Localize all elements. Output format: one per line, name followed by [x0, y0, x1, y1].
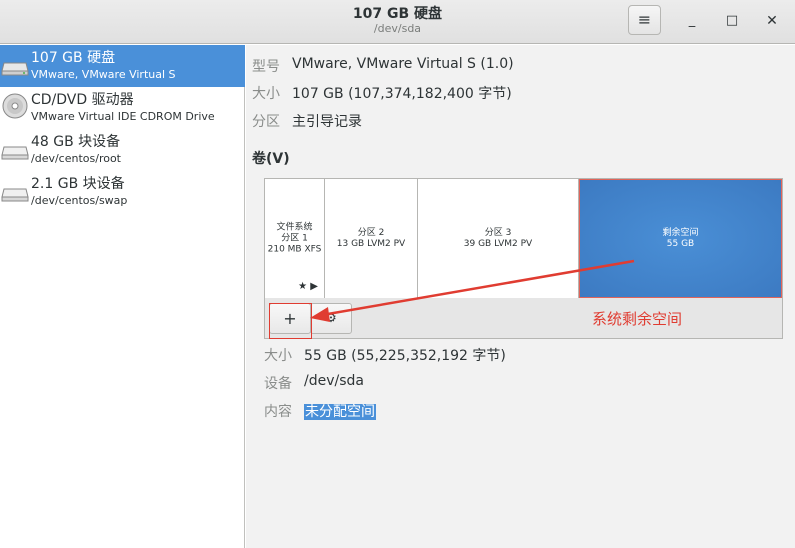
volume-size-value: 55 GB (55,225,352,192 字节): [304, 348, 506, 364]
size-label: 大小: [252, 86, 280, 102]
contents-value-text: 未分配空间: [304, 404, 376, 420]
sidebar-item-cdrom[interactable]: CD/DVD 驱动器 VMware Virtual IDE CDROM Driv…: [0, 87, 245, 129]
partition-2[interactable]: 分区 2 13 GB LVM2 PV: [325, 179, 418, 298]
close-icon: ✕: [766, 13, 778, 29]
contents-value: 未分配空间: [304, 401, 376, 421]
partition-label: 分区 3: [484, 227, 512, 238]
harddisk-icon: [1, 62, 29, 76]
partition-label: 分区 1: [281, 233, 308, 243]
annotation-label: 系统剩余空间: [592, 310, 683, 328]
minimize-icon: _: [688, 13, 696, 28]
partition-label: 分区 2: [357, 227, 385, 238]
sidebar-item-name: 2.1 GB 块设备: [31, 176, 125, 192]
partition-label: 39 GB LVM2 PV: [463, 238, 533, 249]
hamburger-menu-icon: ≡: [637, 10, 652, 29]
optical-drive-icon: [2, 93, 28, 119]
volumes-heading: 卷(V): [252, 151, 290, 167]
maximize-button[interactable]: □: [721, 10, 743, 32]
contents-label: 内容: [264, 404, 292, 420]
size-value: 107 GB (107,374,182,400 字节): [292, 86, 512, 102]
more-actions-button[interactable]: ⚙: [310, 303, 352, 334]
partition-3[interactable]: 分区 3 39 GB LVM2 PV: [418, 179, 579, 298]
close-button[interactable]: ✕: [761, 10, 783, 32]
model-value: VMware, VMware Virtual S (1.0): [292, 56, 514, 72]
sidebar-item-name: 48 GB 块设备: [31, 134, 121, 150]
partition-label: 13 GB LVM2 PV: [336, 238, 406, 249]
sidebar-item-name: 107 GB 硬盘: [31, 50, 116, 66]
block-device-icon: [1, 188, 29, 202]
header-bar: 107 GB 硬盘 /dev/sda ≡ _ □ ✕: [0, 0, 795, 44]
partitioning-label: 分区: [252, 114, 280, 130]
partitioning-value: 主引导记录: [292, 114, 362, 130]
window-title: 107 GB 硬盘: [352, 6, 443, 22]
block-device-icon: [1, 146, 29, 160]
sidebar-item-desc: /dev/centos/swap: [31, 194, 128, 207]
partition-label: 55 GB: [666, 238, 695, 249]
device-label: 设备: [264, 376, 292, 392]
drive-list: 107 GB 硬盘 VMware, VMware Virtual S CD/DV…: [0, 45, 245, 548]
gear-icon: ⚙: [325, 311, 337, 326]
mounted-play-icon: ★ ▶: [298, 281, 318, 292]
annotation-highlight-box: [269, 303, 312, 339]
partition-label: 210 MB XFS: [267, 244, 322, 254]
partition-1[interactable]: 文件系统 分区 1 210 MB XFS ★ ▶: [265, 179, 325, 298]
volume-toolbar: + ⚙: [265, 298, 782, 338]
menu-button[interactable]: ≡: [628, 5, 661, 35]
sidebar-item-harddisk[interactable]: 107 GB 硬盘 VMware, VMware Virtual S: [0, 45, 245, 87]
volume-size-label: 大小: [264, 348, 292, 364]
volume-map: 文件系统 分区 1 210 MB XFS ★ ▶ 分区 2 13 GB LVM2…: [264, 178, 783, 339]
sidebar-item-desc: VMware, VMware Virtual S: [31, 68, 176, 81]
free-space-partition[interactable]: 剩余空间 55 GB: [579, 179, 782, 298]
sidebar-item-desc: /dev/centos/root: [31, 152, 121, 165]
model-label: 型号: [252, 59, 280, 75]
minimize-button[interactable]: _: [681, 10, 703, 32]
device-value: /dev/sda: [304, 373, 364, 389]
maximize-icon: □: [725, 13, 739, 28]
window-subtitle: /dev/sda: [373, 22, 422, 35]
sidebar-item-swap[interactable]: 2.1 GB 块设备 /dev/centos/swap: [0, 171, 245, 213]
disk-details-pane: 型号 VMware, VMware Virtual S (1.0) 大小 107…: [246, 45, 795, 548]
partition-label: 文件系统: [276, 222, 313, 232]
sidebar-item-root[interactable]: 48 GB 块设备 /dev/centos/root: [0, 129, 245, 171]
partition-label: 剩余空间: [662, 227, 699, 238]
sidebar-item-name: CD/DVD 驱动器: [31, 92, 134, 108]
sidebar-item-desc: VMware Virtual IDE CDROM Drive: [31, 110, 215, 123]
